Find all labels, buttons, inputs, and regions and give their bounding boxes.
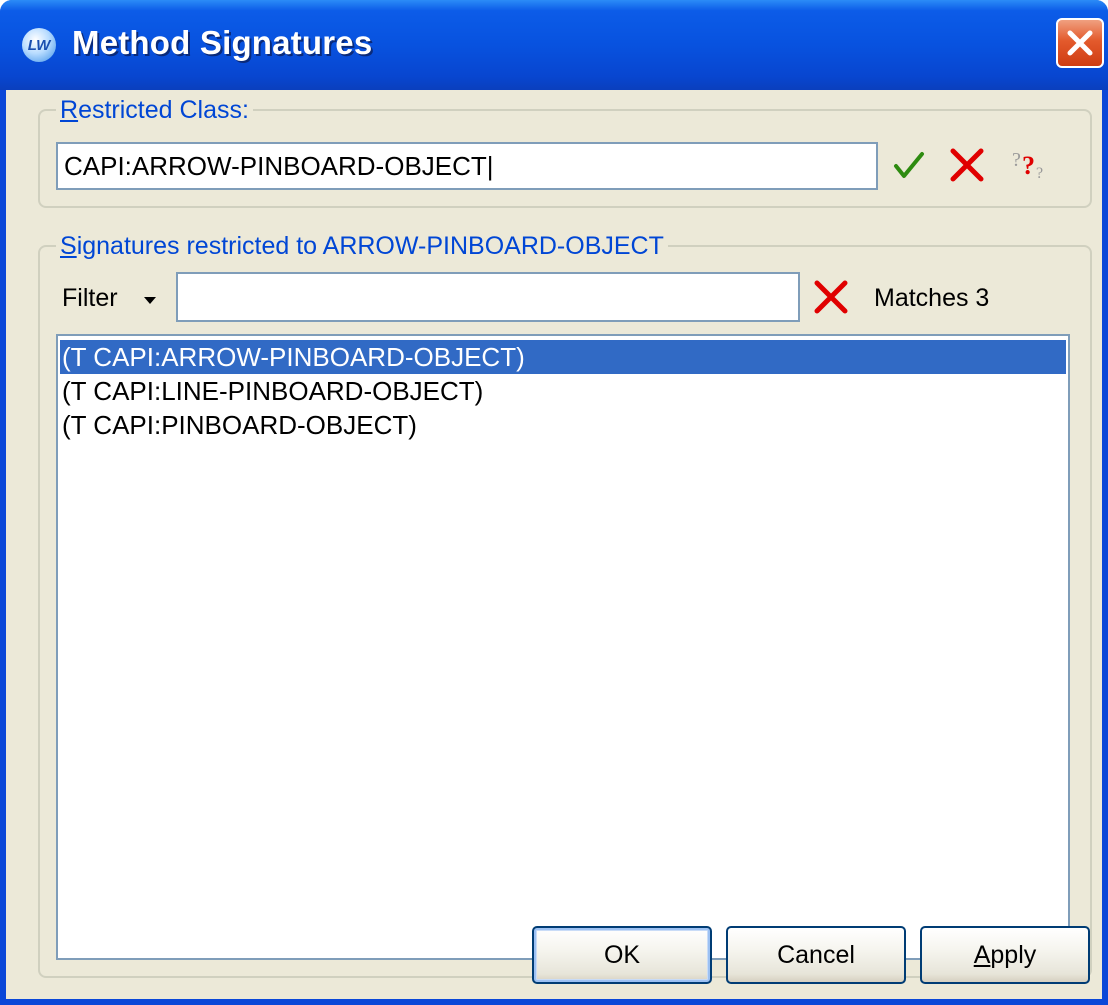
- signatures-label: Signatures restricted to ARROW-PINBOARD-…: [56, 232, 668, 260]
- cancel-x-icon: [950, 148, 984, 182]
- help-question-icon: ? ? ?: [1012, 149, 1043, 182]
- signatures-listbox[interactable]: (T CAPI:ARROW-PINBOARD-OBJECT) (T CAPI:L…: [56, 334, 1070, 960]
- list-item[interactable]: (T CAPI:ARROW-PINBOARD-OBJECT): [60, 340, 1066, 374]
- close-icon: [1067, 30, 1093, 56]
- clear-class-button[interactable]: [948, 146, 986, 189]
- filter-label[interactable]: Filter: [62, 284, 118, 313]
- apply-button[interactable]: Apply: [920, 926, 1090, 984]
- cancel-button[interactable]: Cancel: [726, 926, 906, 984]
- svg-text:?: ?: [1036, 165, 1043, 182]
- ok-button[interactable]: OK: [532, 926, 712, 984]
- check-icon: [894, 152, 924, 178]
- lispworks-app-icon: LW: [22, 28, 56, 62]
- confirm-button[interactable]: [892, 148, 926, 187]
- list-item[interactable]: (T CAPI:PINBOARD-OBJECT): [60, 408, 1066, 442]
- matches-count: Matches 3: [874, 284, 990, 312]
- filter-dropdown-icon[interactable]: [144, 297, 156, 304]
- restricted-class-label: Restricted Class:: [56, 96, 253, 124]
- svg-text:?: ?: [1012, 149, 1021, 171]
- dialog-window: LW Method Signatures Restricted Class: ?: [0, 0, 1108, 1005]
- cancel-x-icon: [814, 280, 848, 314]
- clear-filter-button[interactable]: [812, 278, 850, 321]
- help-button[interactable]: ? ? ?: [1010, 144, 1054, 189]
- restricted-class-input[interactable]: [56, 142, 878, 190]
- svg-text:?: ?: [1022, 151, 1035, 180]
- dialog-client-area: Restricted Class: ? ? ? Signatures restr…: [6, 90, 1102, 999]
- filter-input[interactable]: [176, 272, 800, 322]
- window-title: Method Signatures: [72, 24, 373, 61]
- close-button[interactable]: [1056, 18, 1104, 68]
- title-bar[interactable]: LW Method Signatures: [0, 0, 1108, 90]
- list-item[interactable]: (T CAPI:LINE-PINBOARD-OBJECT): [60, 374, 1066, 408]
